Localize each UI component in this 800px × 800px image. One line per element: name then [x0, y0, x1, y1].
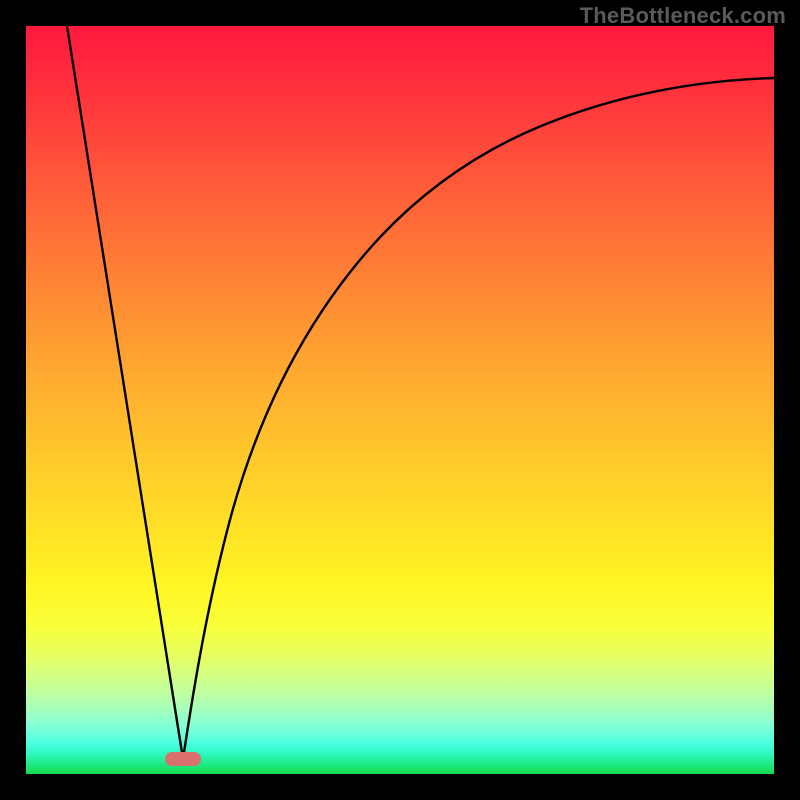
- curve-svg: [26, 26, 774, 774]
- watermark-text: TheBottleneck.com: [580, 3, 786, 29]
- optimal-point-marker: [165, 752, 201, 766]
- left-branch-path: [67, 26, 183, 759]
- chart-frame: TheBottleneck.com: [0, 0, 800, 800]
- right-branch-path: [183, 78, 774, 759]
- plot-area: [26, 26, 774, 774]
